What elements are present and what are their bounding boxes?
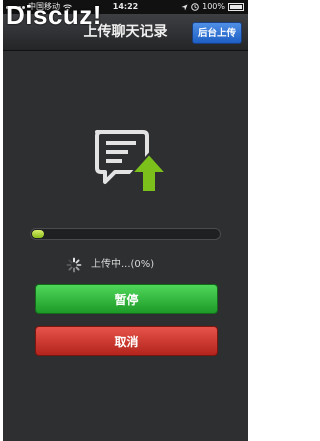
progress-fill (32, 230, 44, 238)
battery-icon (228, 3, 244, 11)
watermark-logo: Discuz! (6, 0, 102, 30)
alarm-icon (191, 3, 199, 11)
battery-percent: 100% (202, 2, 225, 11)
status-right: 100% (181, 0, 244, 14)
location-icon (181, 4, 188, 10)
chat-upload-icon (95, 130, 169, 193)
progress-bar (30, 228, 221, 240)
pause-button[interactable]: 暂停 (35, 284, 218, 314)
loading-spinner-icon (66, 257, 82, 273)
upload-status: 上传中...(0%) (3, 257, 248, 273)
upload-status-text: 上传中...(0%) (91, 259, 155, 270)
cancel-button[interactable]: 取消 (35, 326, 218, 356)
phone-screen: 中国移动 14:22 100% 上传聊天记录 后台上传 Discuz! 上传中.… (3, 0, 248, 441)
upload-background-button[interactable]: 后台上传 (192, 22, 242, 44)
